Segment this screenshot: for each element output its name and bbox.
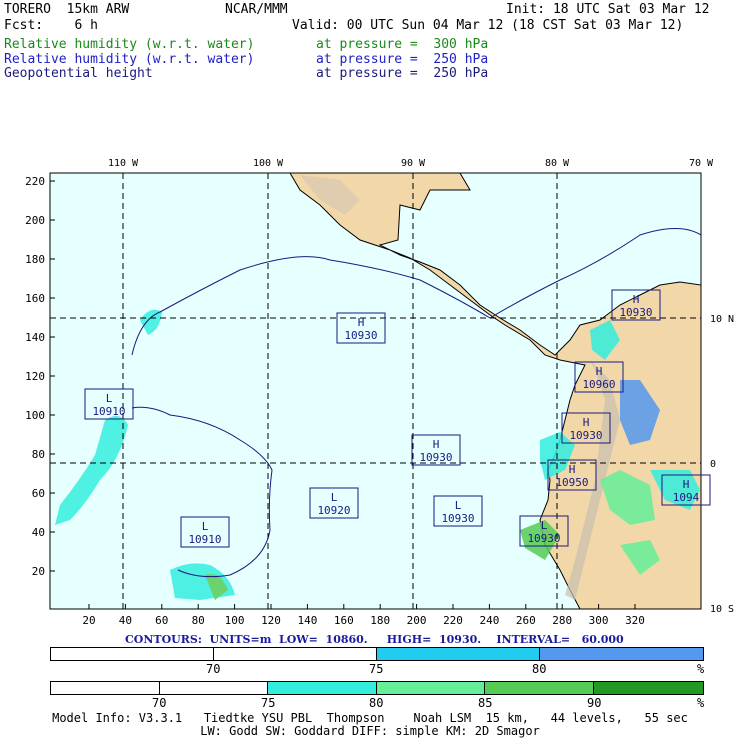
center-type: H	[358, 316, 365, 329]
field-2-level: at pressure = 250 hPa	[316, 52, 489, 67]
cbar-250-label-70: 70	[206, 662, 221, 676]
center-value: 10930	[441, 512, 474, 525]
center-type: L	[541, 519, 548, 532]
cbar-250-label-pct: %	[697, 662, 705, 676]
cbar-300-label-85: 85	[478, 696, 493, 710]
center-type: L	[202, 520, 209, 533]
y-tick-label: 220	[25, 175, 45, 188]
cbar-250-label-75: 75	[369, 662, 384, 676]
field-1-level: at pressure = 300 hPa	[316, 37, 489, 52]
cbar-300-label-70: 70	[152, 696, 167, 710]
center-type: L	[455, 499, 462, 512]
x-tick-label: 80	[192, 614, 205, 627]
x-tick-label: 20	[82, 614, 95, 627]
cbar-300-label-90: 90	[587, 696, 602, 710]
latitude-label: 10 N	[710, 314, 734, 325]
x-tick-label: 260	[516, 614, 536, 627]
center-value: 10910	[188, 533, 221, 546]
cbar-300-seg-3	[268, 682, 377, 694]
y-tick-label: 80	[32, 448, 45, 461]
cbar-250-seg-3	[377, 648, 540, 660]
field-2-name: Relative humidity (w.r.t. water)	[4, 52, 255, 67]
cbar-250-seg-1	[51, 648, 214, 660]
model-title: TORERO 15km ARW	[4, 2, 130, 17]
x-tick-label: 240	[479, 614, 499, 627]
forecast-map: 220 200 180 160 140 120 100 80 60 40 20 20 40 60 80 10…	[25, 158, 734, 627]
colorbar-250hpa	[50, 647, 704, 661]
field-1-name: Relative humidity (w.r.t. water)	[4, 37, 255, 52]
cbar-300-label-pct: %	[697, 696, 705, 710]
center-type: H	[596, 365, 603, 378]
center-value: 10930	[569, 429, 602, 442]
longitude-label: 80 W	[545, 158, 570, 169]
x-tick-label: 300	[589, 614, 609, 627]
y-tick-label: 60	[32, 487, 45, 500]
longitude-label: 70 W	[689, 158, 714, 169]
x-tick-label: 120	[261, 614, 281, 627]
cbar-250-seg-2	[214, 648, 377, 660]
center-value: 10960	[582, 378, 615, 391]
center-type: H	[433, 438, 440, 451]
center-value: 10930	[619, 306, 652, 319]
init-time: Init: 18 UTC Sat 03 Mar 12	[506, 2, 710, 17]
cbar-250-label-80: 80	[532, 662, 547, 676]
x-tick-label: 60	[155, 614, 168, 627]
center-type: H	[683, 478, 690, 491]
latitude-label: 10 S	[710, 604, 734, 615]
center-type: L	[331, 491, 338, 504]
x-tick-label: 280	[552, 614, 572, 627]
contour-info: CONTOURS: UNITS=m LOW= 10860. HIGH= 1093…	[125, 633, 624, 646]
physics-info: LW: Godd SW: Goddard DIFF: simple KM: 2D…	[200, 724, 540, 738]
colorbar-300hpa	[50, 681, 704, 695]
y-tick-label: 100	[25, 409, 45, 422]
cbar-300-seg-2	[160, 682, 268, 694]
x-tick-label: 100	[225, 614, 245, 627]
x-tick-label: 40	[119, 614, 132, 627]
center-type: L	[106, 392, 113, 405]
latitude-labels: 10 N 0 10 S	[710, 314, 734, 615]
x-tick-label: 160	[334, 614, 354, 627]
longitude-label: 110 W	[108, 158, 139, 169]
x-tick-label: 180	[370, 614, 390, 627]
cbar-300-seg-1	[51, 682, 160, 694]
center-type: H	[583, 416, 590, 429]
center-name: NCAR/MMM	[225, 2, 288, 17]
longitude-label: 90 W	[401, 158, 426, 169]
x-tick-label: 220	[443, 614, 463, 627]
y-tick-label: 160	[25, 292, 45, 305]
y-tick-label: 40	[32, 526, 45, 539]
field-3-level: at pressure = 250 hPa	[316, 66, 489, 81]
cbar-300-seg-6	[594, 682, 703, 694]
x-tick-label: 200	[407, 614, 427, 627]
y-tick-label: 140	[25, 331, 45, 344]
center-value: 10930	[344, 329, 377, 342]
cbar-250-seg-4	[540, 648, 703, 660]
center-value: 10920	[317, 504, 350, 517]
y-tick-label: 200	[25, 214, 45, 227]
cbar-300-label-80: 80	[369, 696, 384, 710]
center-value: 10930	[419, 451, 452, 464]
center-type: H	[569, 463, 576, 476]
longitude-label: 100 W	[253, 158, 284, 169]
cbar-300-seg-4	[377, 682, 485, 694]
center-value: 10950	[555, 476, 588, 489]
field-3-name: Geopotential height	[4, 66, 153, 81]
longitude-labels: 110 W 100 W 90 W 80 W 70 W	[108, 158, 714, 169]
valid-time: Valid: 00 UTC Sun 04 Mar 12 (18 CST Sat …	[292, 18, 684, 33]
cbar-300-seg-5	[485, 682, 594, 694]
x-tick-label: 140	[297, 614, 317, 627]
y-tick-label: 20	[32, 565, 45, 578]
center-type: H	[633, 293, 640, 306]
center-value: 10910	[92, 405, 125, 418]
forecast-hour: Fcst: 6 h	[4, 18, 98, 33]
y-tick-label: 180	[25, 253, 45, 266]
y-tick-label: 120	[25, 370, 45, 383]
cbar-300-label-75: 75	[261, 696, 276, 710]
x-tick-label: 320	[625, 614, 645, 627]
latitude-label: 0	[710, 459, 716, 470]
center-value: 10930	[527, 532, 560, 545]
center-value: 1094	[673, 491, 700, 504]
